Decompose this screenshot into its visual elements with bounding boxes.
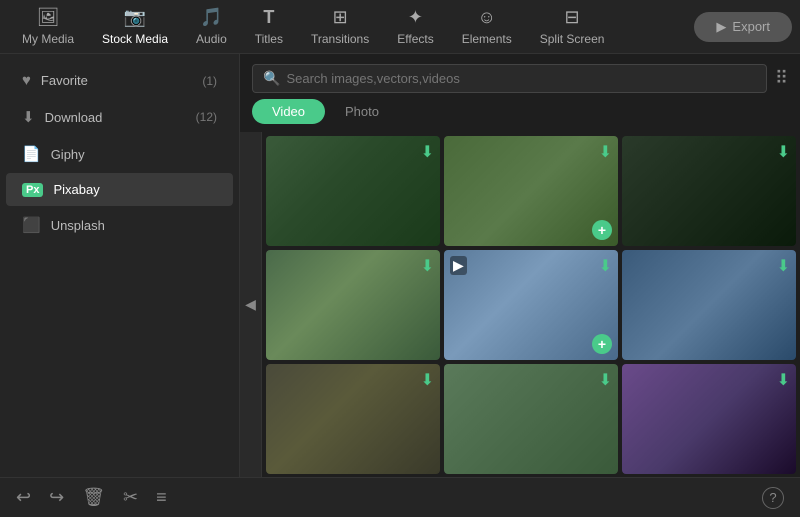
media-grid: ⬇⬇+⬇⬇⬇▶+⬇⬇⬇⬇⬇⬇⬇ xyxy=(262,132,800,477)
audio-icon: 🎵 xyxy=(200,7,222,28)
export-icon: ▶ xyxy=(716,19,726,35)
tab-row: Video Photo xyxy=(240,99,800,132)
download-icon-9: ⬇ xyxy=(777,370,790,390)
download-icon-5: ⬇ xyxy=(599,256,612,276)
elements-icon: ☺ xyxy=(478,7,496,28)
nav-stock-media-label: Stock Media xyxy=(102,32,168,46)
nav-split-screen-label: Split Screen xyxy=(540,32,605,46)
nav-my-media[interactable]: 🖼 My Media xyxy=(8,1,88,52)
nav-titles-label: Titles xyxy=(255,32,283,46)
nav-effects[interactable]: ✦ Effects xyxy=(383,1,447,52)
sidebar-item-favorite[interactable]: ♥ Favorite (1) xyxy=(6,63,233,98)
download-icon-6: ⬇ xyxy=(777,256,790,276)
download-icon-3: ⬇ xyxy=(777,142,790,162)
media-thumb-4[interactable]: ⬇ xyxy=(266,250,440,360)
sidebar-item-unsplash[interactable]: ⬛ Unsplash xyxy=(6,207,233,243)
nav-effects-label: Effects xyxy=(397,32,433,46)
add-icon-2[interactable]: + xyxy=(592,220,612,240)
search-icon: 🔍 xyxy=(263,70,280,87)
nav-stock-media[interactable]: 📷 Stock Media xyxy=(88,1,182,52)
download-icon: ⬇ xyxy=(22,108,35,126)
bottom-toolbar: ↩ ↪ 🗑 ✂ ≡ ? xyxy=(0,477,800,517)
media-grid-wrap: ◀ ⬇⬇+⬇⬇⬇▶+⬇⬇⬇⬇⬇⬇⬇ xyxy=(240,132,800,477)
left-arrow[interactable]: ◀ xyxy=(240,132,262,477)
grid-view-icon[interactable]: ⠿ xyxy=(775,68,788,89)
nav-elements-label: Elements xyxy=(462,32,512,46)
export-button[interactable]: ▶ Export xyxy=(694,12,792,42)
media-thumb-1[interactable]: ⬇ xyxy=(266,136,440,246)
top-nav: 🖼 My Media 📷 Stock Media 🎵 Audio T Title… xyxy=(0,0,800,54)
search-input-wrap[interactable]: 🔍 xyxy=(252,64,767,93)
video-indicator-icon-5: ▶ xyxy=(450,256,467,275)
media-thumb-2[interactable]: ⬇+ xyxy=(444,136,618,246)
media-thumb-8[interactable]: ⬇ xyxy=(444,364,618,474)
redo-icon[interactable]: ↪ xyxy=(49,487,64,508)
nav-transitions-label: Transitions xyxy=(311,32,369,46)
undo-icon[interactable]: ↩ xyxy=(16,487,31,508)
main-layout: ♥ Favorite (1) ⬇ Download (12) 📄 Giphy P… xyxy=(0,54,800,477)
unsplash-label: Unsplash xyxy=(51,218,217,233)
nav-audio[interactable]: 🎵 Audio xyxy=(182,1,241,52)
download-label: Download xyxy=(45,110,186,125)
split-screen-icon: ⊟ xyxy=(565,7,580,28)
add-icon-5[interactable]: + xyxy=(592,334,612,354)
menu-icon[interactable]: ≡ xyxy=(156,487,167,508)
heart-icon: ♥ xyxy=(22,72,31,89)
nav-split-screen[interactable]: ⊟ Split Screen xyxy=(526,1,619,52)
search-input[interactable] xyxy=(286,71,755,86)
sidebar-item-download[interactable]: ⬇ Download (12) xyxy=(6,99,233,135)
nav-transitions[interactable]: ⊞ Transitions xyxy=(297,1,383,52)
titles-icon: T xyxy=(263,7,274,28)
cut-icon[interactable]: ✂ xyxy=(123,487,138,508)
media-thumb-7[interactable]: ⬇ xyxy=(266,364,440,474)
nav-audio-label: Audio xyxy=(196,32,227,46)
download-icon-2: ⬇ xyxy=(599,142,612,162)
nav-elements[interactable]: ☺ Elements xyxy=(448,1,526,52)
pixabay-icon: Px xyxy=(22,183,43,197)
media-thumb-3[interactable]: ⬇ xyxy=(622,136,796,246)
download-icon-7: ⬇ xyxy=(421,370,434,390)
my-media-icon: 🖼 xyxy=(37,7,60,28)
content-area: 🔍 ⠿ Video Photo ◀ ⬇⬇+⬇⬇⬇▶+⬇⬇⬇⬇⬇⬇⬇ xyxy=(240,54,800,477)
sidebar-item-giphy[interactable]: 📄 Giphy xyxy=(6,136,233,172)
unsplash-icon: ⬛ xyxy=(22,216,41,234)
export-label: Export xyxy=(732,19,770,34)
help-icon[interactable]: ? xyxy=(762,487,784,509)
pixabay-label: Pixabay xyxy=(53,182,217,197)
delete-icon[interactable]: 🗑 xyxy=(82,487,105,508)
tab-video[interactable]: Video xyxy=(252,99,325,124)
media-thumb-5[interactable]: ⬇ ▶ + xyxy=(444,250,618,360)
media-thumb-9[interactable]: ⬇ xyxy=(622,364,796,474)
download-count: (12) xyxy=(196,110,217,124)
nav-titles[interactable]: T Titles xyxy=(241,1,297,52)
download-icon-4: ⬇ xyxy=(421,256,434,276)
nav-my-media-label: My Media xyxy=(22,32,74,46)
giphy-label: Giphy xyxy=(51,147,217,162)
stock-media-icon: 📷 xyxy=(124,7,146,28)
sidebar-item-pixabay[interactable]: Px Pixabay xyxy=(6,173,233,206)
giphy-icon: 📄 xyxy=(22,145,41,163)
download-icon-8: ⬇ xyxy=(599,370,612,390)
download-icon-1: ⬇ xyxy=(421,142,434,162)
search-bar: 🔍 ⠿ xyxy=(240,54,800,99)
tab-photo[interactable]: Photo xyxy=(325,99,399,124)
transitions-icon: ⊞ xyxy=(333,7,348,28)
media-thumb-6[interactable]: ⬇ xyxy=(622,250,796,360)
favorite-label: Favorite xyxy=(41,73,192,88)
sidebar: ♥ Favorite (1) ⬇ Download (12) 📄 Giphy P… xyxy=(0,54,240,477)
favorite-count: (1) xyxy=(202,74,217,88)
effects-icon: ✦ xyxy=(408,7,423,28)
